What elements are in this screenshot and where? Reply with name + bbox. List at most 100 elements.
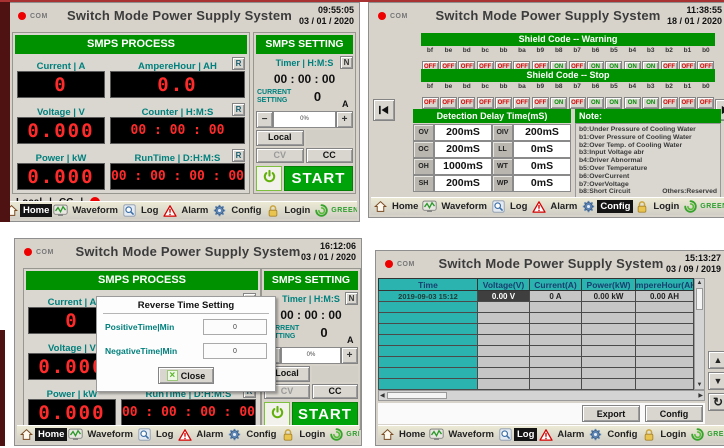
nav-item-log[interactable]: Log [122, 203, 161, 218]
nav-item-alarm[interactable]: Alarm [531, 199, 580, 214]
start-button[interactable]: START [284, 166, 353, 191]
nav-item-home[interactable]: Home [380, 427, 428, 442]
scroll-thumb[interactable] [696, 288, 703, 310]
delay-value-field[interactable]: 200mS [434, 175, 492, 192]
bit-toggle-b4[interactable]: ON [624, 97, 641, 109]
meter-amperehour: AmpereHour | AHR0.0 [110, 55, 245, 101]
bit-toggle-bd[interactable]: OFF [458, 97, 475, 109]
config-button[interactable]: Config [645, 405, 703, 422]
log-icon [498, 427, 513, 442]
scroll-down-icon[interactable]: ▼ [696, 381, 704, 389]
scroll-left-icon[interactable]: ◀ [379, 392, 386, 400]
timer-n-button[interactable]: N [340, 56, 353, 69]
bit-toggle-be[interactable]: OFF [440, 97, 457, 109]
nav-item-home[interactable]: Home [19, 427, 67, 442]
close-button[interactable]: ×Close [158, 367, 214, 384]
nav-item-waveform[interactable]: Waveform [429, 427, 497, 442]
bit-label: b7 [568, 83, 586, 91]
reset-button[interactable]: R [232, 149, 245, 162]
nav-item-home[interactable]: Home [373, 199, 421, 214]
scroll-right-icon[interactable]: ▶ [697, 392, 704, 400]
delay-value-field[interactable]: 200mS [434, 141, 492, 158]
bit-b2: b2OFF [660, 83, 678, 109]
cc-button[interactable]: CC [306, 148, 354, 163]
nav-item-login[interactable]: Login [280, 427, 328, 442]
page-up-button[interactable]: ▲ [708, 351, 724, 369]
bit-label: bd [458, 47, 476, 55]
increment-button[interactable]: + [336, 111, 353, 128]
log-cell[interactable]: 0.00 V [478, 291, 530, 302]
export-button[interactable]: Export [582, 405, 640, 422]
refresh-button[interactable]: ↻ [708, 393, 724, 411]
nav-item-login[interactable]: Login [641, 427, 689, 442]
cv-button[interactable]: CV [256, 148, 304, 163]
bit-toggle-bc[interactable]: OFF [477, 97, 494, 109]
negative-time-input[interactable]: 0 [203, 343, 267, 359]
nav-item-config[interactable]: Config [212, 203, 264, 218]
nav-item-log[interactable]: Log [137, 427, 176, 442]
cc-button[interactable]: CC [312, 384, 358, 399]
nav-item-waveform[interactable]: Waveform [53, 203, 121, 218]
power-button[interactable] [264, 402, 290, 427]
page-down-button[interactable]: ▼ [708, 372, 724, 390]
prev-page-button[interactable] [373, 99, 395, 121]
reset-button[interactable]: R [232, 57, 245, 70]
power-button[interactable] [256, 166, 282, 191]
note-header: Note: [575, 109, 721, 123]
nav-item-login[interactable]: Login [265, 203, 313, 218]
bit-toggle-bf[interactable]: OFF [422, 97, 439, 109]
bit-toggle-b3[interactable]: ON [642, 97, 659, 109]
delay-value-field[interactable]: 0mS [513, 158, 571, 175]
delay-value-field[interactable]: 0mS [513, 175, 571, 192]
smps-setting-section: SMPS SETTING Timer | H:M:S N 00 : 00 : 0… [253, 32, 356, 194]
panel-header: COM Switch Mode Power Supply System 15:1… [376, 251, 724, 278]
start-button[interactable]: START [292, 402, 358, 427]
delay-value-field[interactable]: 0mS [513, 141, 571, 158]
percent-field[interactable]: 0% [281, 347, 341, 364]
nav-item-waveform[interactable]: Waveform [68, 427, 136, 442]
nav-label: Alarm [193, 428, 226, 441]
percent-field[interactable]: 0% [273, 111, 336, 128]
decrement-button[interactable]: − [256, 111, 273, 128]
nav-item-config[interactable]: Config [588, 427, 640, 442]
nav-item-alarm[interactable]: Alarm [538, 427, 587, 442]
nav-item-config[interactable]: Config [227, 427, 279, 442]
nav-item-waveform[interactable]: Waveform [422, 199, 490, 214]
delay-value-field[interactable]: 200mS [434, 124, 492, 141]
nav-item-config[interactable]: Config [581, 199, 633, 214]
vertical-scrollbar[interactable]: ▲▼ [694, 278, 705, 390]
log-cell[interactable]: 2019-09-03 15:12 [378, 291, 478, 302]
bit-toggle-b7[interactable]: OFF [569, 97, 586, 109]
bit-toggle-b2[interactable]: OFF [661, 97, 678, 109]
nav-item-alarm[interactable]: Alarm [162, 203, 211, 218]
bit-toggle-b5[interactable]: ON [605, 97, 622, 109]
bit-toggle-b6[interactable]: ON [587, 97, 604, 109]
horizontal-scrollbar[interactable]: ◀▶ [378, 390, 705, 401]
positive-time-input[interactable]: 0 [203, 319, 267, 335]
nav-item-log[interactable]: Log [498, 427, 537, 442]
nav-item-log[interactable]: Log [491, 199, 530, 214]
date-value: 03 / 01 / 2020 [301, 252, 356, 263]
log-cell[interactable]: 0.00 kW [582, 291, 636, 302]
bit-toggle-b1[interactable]: OFF [679, 97, 696, 109]
nav-item-login[interactable]: Login [634, 199, 682, 214]
bit-toggle-bb[interactable]: OFF [495, 97, 512, 109]
scroll-thumb[interactable] [387, 392, 447, 399]
nav-bar: HomeWaveformLogAlarmConfigLoginGREEN POW… [371, 197, 724, 215]
bit-toggle-b8[interactable]: ON [550, 97, 567, 109]
reset-button[interactable]: R [232, 103, 245, 116]
delay-value-field[interactable]: 1000mS [434, 158, 492, 175]
bit-label: b2 [660, 47, 678, 55]
bit-toggle-b0[interactable]: OFF [697, 97, 714, 109]
log-cell[interactable]: 0 A [530, 291, 582, 302]
log-cell[interactable]: 0.00 AH [636, 291, 694, 302]
nav-item-home[interactable]: Home [4, 203, 52, 218]
delay-value-field[interactable]: 200mS [513, 124, 571, 141]
bit-toggle-ba[interactable]: OFF [513, 97, 530, 109]
local-button[interactable]: Local [256, 130, 304, 145]
timer-n-button[interactable]: N [345, 292, 358, 305]
nav-item-alarm[interactable]: Alarm [177, 427, 226, 442]
increment-button[interactable]: + [341, 347, 358, 364]
scroll-up-icon[interactable]: ▲ [696, 279, 704, 287]
bit-toggle-b9[interactable]: OFF [532, 97, 549, 109]
